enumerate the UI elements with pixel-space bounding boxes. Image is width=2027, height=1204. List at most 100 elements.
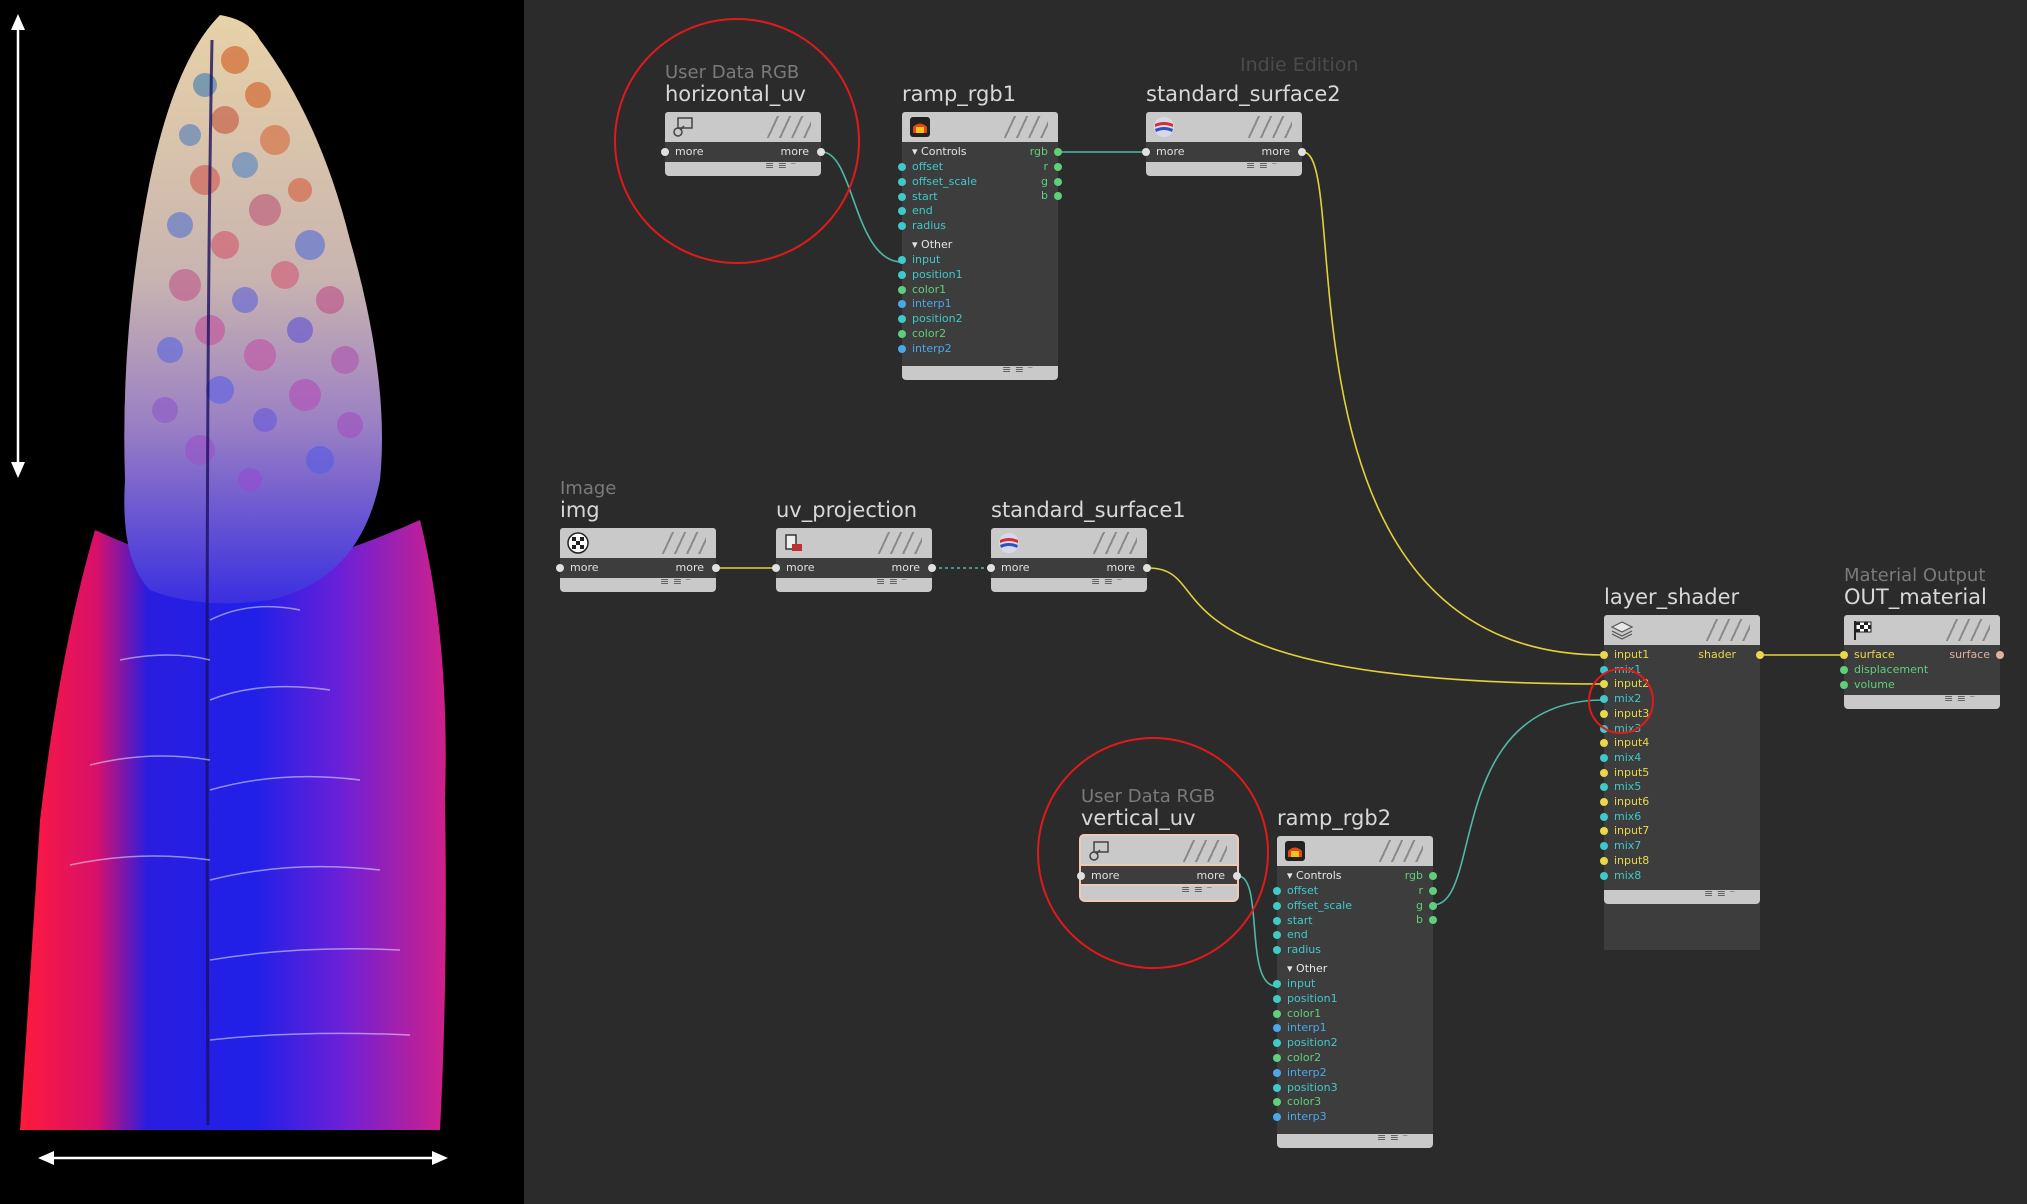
node-header[interactable] — [776, 528, 932, 558]
param-position1-port[interactable] — [898, 270, 906, 279]
param-end-port[interactable] — [898, 207, 906, 216]
node-flags[interactable] — [1004, 116, 1048, 138]
input-port[interactable] — [987, 564, 995, 572]
node-footer[interactable]: ≡ ≡ ⁻ — [1146, 159, 1302, 176]
output-r-port[interactable] — [1429, 886, 1437, 895]
output-port[interactable] — [1143, 564, 1151, 572]
param-position1-port[interactable] — [1273, 994, 1281, 1003]
input-port[interactable] — [1142, 148, 1150, 156]
output-port[interactable] — [928, 564, 936, 572]
param-interp1-port[interactable] — [1273, 1024, 1281, 1033]
section-controls[interactable]: ▾ Controls — [912, 145, 967, 158]
input-mix2-port[interactable] — [1600, 695, 1608, 704]
param-end-port[interactable] — [1273, 931, 1281, 940]
output-port[interactable] — [817, 148, 825, 156]
output-rgb-port[interactable] — [1054, 148, 1062, 156]
node-header[interactable] — [1604, 615, 1760, 645]
output-b-port[interactable] — [1429, 916, 1437, 925]
node-header[interactable] — [1844, 615, 2000, 645]
input-input7-port[interactable] — [1600, 827, 1608, 836]
param-offset-port[interactable] — [1273, 887, 1281, 895]
param-interp1-port[interactable] — [898, 300, 906, 309]
input-port[interactable] — [556, 564, 564, 572]
output-port[interactable] — [712, 564, 720, 572]
node-footer[interactable]: ≡ ≡ ⁻ — [1277, 1131, 1433, 1148]
output-port[interactable] — [1233, 872, 1241, 880]
param-radius-port[interactable] — [1273, 946, 1281, 955]
param-color2-port[interactable] — [898, 330, 906, 338]
output-rgb-port[interactable] — [1429, 872, 1437, 880]
param-input-port[interactable] — [1273, 980, 1281, 988]
input-input2-port[interactable] — [1600, 680, 1608, 689]
node-flags[interactable] — [1248, 116, 1292, 138]
param-color1-port[interactable] — [1273, 1009, 1281, 1018]
param-interp2-port[interactable] — [898, 344, 906, 353]
param-color2-port[interactable] — [1273, 1054, 1281, 1062]
input-mix7-port[interactable] — [1600, 842, 1608, 851]
node-footer[interactable]: ≡ ≡ ⁻ — [991, 575, 1147, 592]
node-header[interactable] — [1146, 112, 1302, 142]
output-port[interactable] — [1756, 651, 1764, 659]
node-header[interactable] — [902, 112, 1058, 142]
param-interp2-port[interactable] — [1273, 1068, 1281, 1077]
param-color3-port[interactable] — [1273, 1098, 1281, 1107]
param-position2-port[interactable] — [1273, 1039, 1281, 1048]
param-offset_scale-port[interactable] — [1273, 901, 1281, 910]
param-offset_scale-port[interactable] — [898, 177, 906, 186]
node-flags[interactable] — [1706, 619, 1750, 641]
input-mix3-port[interactable] — [1600, 724, 1608, 733]
node-footer[interactable]: ≡ ≡ ⁻ — [665, 159, 821, 176]
node-graph-editor[interactable]: Indie Edition User Data RGB horizontal_u… — [524, 0, 2027, 1204]
param-start-port[interactable] — [1273, 916, 1281, 925]
node-flags[interactable] — [1946, 619, 1990, 641]
output-r-port[interactable] — [1054, 162, 1062, 171]
param-position2-port[interactable] — [898, 315, 906, 324]
input-input1-port[interactable] — [1600, 651, 1608, 659]
input-mix1-port[interactable] — [1600, 665, 1608, 674]
node-footer[interactable]: ≡ ≡ ⁻ — [560, 575, 716, 592]
node-flags[interactable] — [767, 116, 811, 138]
node-footer[interactable]: ≡ ≡ ⁻ — [1844, 692, 2000, 709]
node-flags[interactable] — [1093, 532, 1137, 554]
input-volume-port[interactable] — [1840, 680, 1848, 689]
output-port[interactable] — [1996, 651, 2004, 659]
input-port[interactable] — [661, 148, 669, 156]
node-footer[interactable]: ≡ ≡ ⁻ — [776, 575, 932, 592]
input-surface-port[interactable] — [1840, 651, 1848, 659]
input-displacement-port[interactable] — [1840, 665, 1848, 674]
param-input-port[interactable] — [898, 256, 906, 264]
node-header[interactable] — [1081, 836, 1237, 866]
section-other[interactable]: ▾ Other — [1287, 962, 1327, 975]
node-header[interactable] — [665, 112, 821, 142]
input-input8-port[interactable] — [1600, 856, 1608, 865]
node-header[interactable] — [1277, 836, 1433, 866]
node-flags[interactable] — [878, 532, 922, 554]
output-g-port[interactable] — [1429, 901, 1437, 910]
input-input6-port[interactable] — [1600, 798, 1608, 806]
node-flags[interactable] — [662, 532, 706, 554]
node-header[interactable] — [991, 528, 1147, 558]
input-mix5-port[interactable] — [1600, 783, 1608, 792]
param-position3-port[interactable] — [1273, 1083, 1281, 1092]
node-footer[interactable]: ≡ ≡ ⁻ — [902, 363, 1058, 380]
input-mix4-port[interactable] — [1600, 753, 1608, 762]
param-radius-port[interactable] — [898, 222, 906, 231]
output-g-port[interactable] — [1054, 177, 1062, 186]
node-footer[interactable]: ≡ ≡ ⁻ — [1081, 883, 1237, 900]
param-offset-port[interactable] — [898, 163, 906, 171]
node-header[interactable] — [560, 528, 716, 558]
input-mix6-port[interactable] — [1600, 812, 1608, 821]
input-input5-port[interactable] — [1600, 768, 1608, 777]
node-footer[interactable]: ≡ ≡ ⁻ — [1604, 887, 1760, 904]
section-controls[interactable]: ▾ Controls — [1287, 869, 1342, 882]
param-interp3-port[interactable] — [1273, 1113, 1281, 1122]
node-flags[interactable] — [1379, 840, 1423, 862]
input-input4-port[interactable] — [1600, 739, 1608, 748]
input-mix8-port[interactable] — [1600, 871, 1608, 880]
param-start-port[interactable] — [898, 192, 906, 201]
output-b-port[interactable] — [1054, 192, 1062, 201]
input-port[interactable] — [1077, 872, 1085, 880]
param-color1-port[interactable] — [898, 285, 906, 294]
render-viewport[interactable] — [0, 0, 524, 1204]
input-input3-port[interactable] — [1600, 709, 1608, 718]
